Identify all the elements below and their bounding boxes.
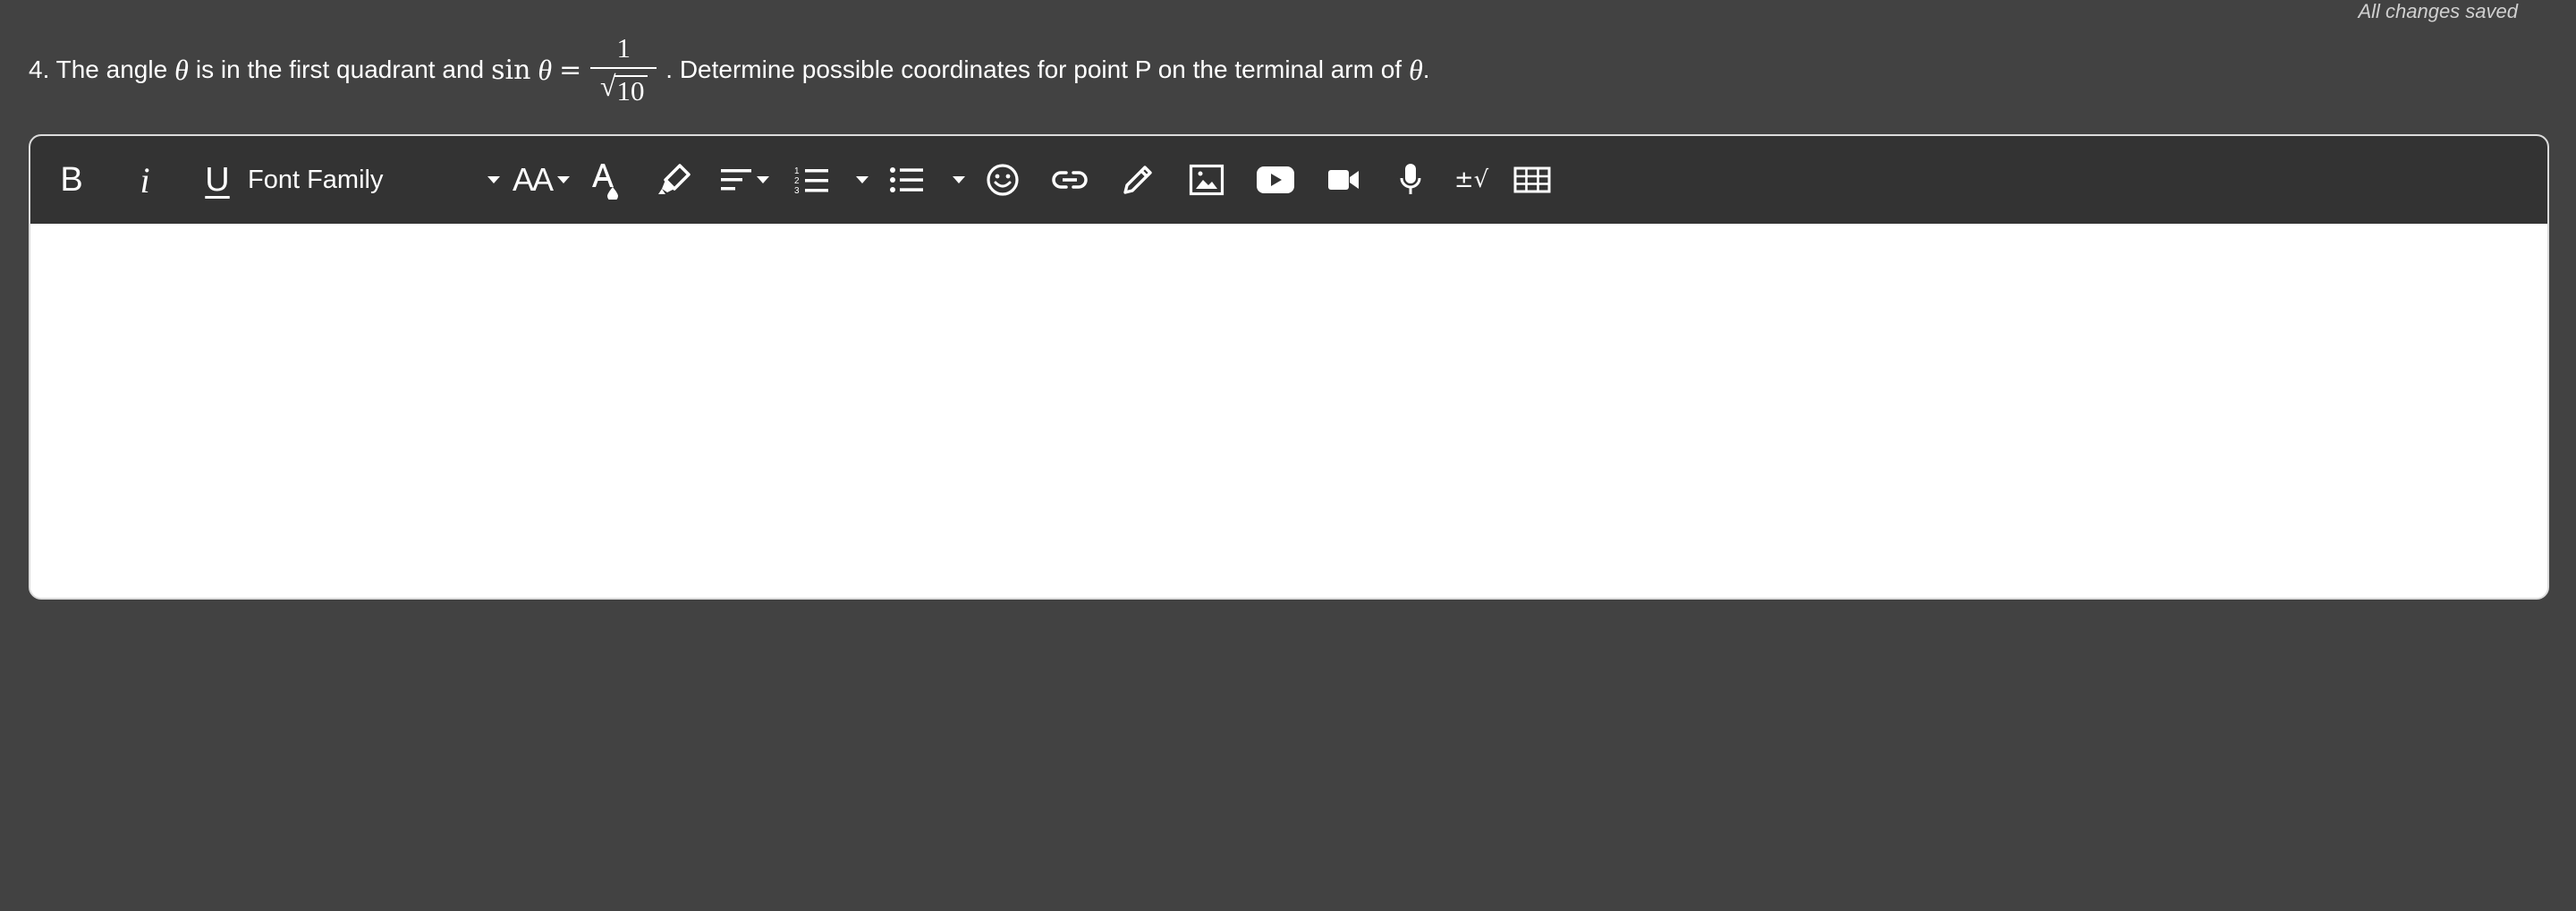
font-family-label: Font Family bbox=[248, 165, 384, 194]
align-caret-icon bbox=[757, 176, 769, 183]
underline-button[interactable]: U bbox=[197, 136, 238, 224]
theta-symbol: θ bbox=[174, 53, 189, 86]
question-text: 4. The angle θ is in the first quadrant … bbox=[29, 27, 1430, 113]
highlight-icon bbox=[658, 164, 691, 194]
svg-text:3: 3 bbox=[794, 186, 800, 195]
fraction-denominator: √ 10 bbox=[600, 69, 648, 106]
numbered-list-icon: 1 2 3 bbox=[794, 166, 828, 195]
editor-toolbar: B i U Font Family AA 1 2 3 ±√ bbox=[30, 136, 2547, 224]
table-icon bbox=[1513, 166, 1551, 193]
bold-button[interactable]: B bbox=[52, 136, 91, 224]
emoji-button[interactable] bbox=[984, 136, 1021, 224]
editor-content-area[interactable] bbox=[30, 224, 2547, 598]
fraction: 1 √ 10 bbox=[590, 31, 657, 106]
link-button[interactable] bbox=[1050, 136, 1089, 224]
numbered-list-button[interactable]: 1 2 3 bbox=[792, 136, 832, 224]
save-status: All changes saved bbox=[2358, 0, 2518, 22]
sqrt-radicand: 10 bbox=[614, 74, 648, 106]
font-family-caret-icon[interactable] bbox=[483, 136, 504, 224]
font-size-button[interactable]: AA bbox=[510, 136, 572, 224]
draw-button[interactable] bbox=[1118, 136, 1157, 224]
image-button[interactable] bbox=[1188, 136, 1225, 224]
video-icon bbox=[1328, 170, 1359, 190]
link-icon bbox=[1052, 171, 1088, 189]
font-family-dropdown[interactable]: Font Family bbox=[248, 136, 383, 224]
youtube-button[interactable] bbox=[1256, 136, 1295, 224]
microphone-icon bbox=[1400, 164, 1421, 194]
microphone-button[interactable] bbox=[1395, 136, 1426, 224]
fraction-numerator: 1 bbox=[616, 31, 631, 64]
rich-text-editor: B i U Font Family AA 1 2 3 ±√ bbox=[29, 134, 2549, 600]
highlight-button[interactable] bbox=[655, 136, 694, 224]
sin-function: sin bbox=[491, 54, 531, 86]
video-button[interactable] bbox=[1326, 136, 1361, 224]
theta-symbol-3: θ bbox=[1409, 53, 1423, 86]
draw-icon bbox=[1123, 166, 1152, 194]
italic-button[interactable]: i bbox=[127, 136, 163, 224]
svg-text:1: 1 bbox=[794, 166, 800, 176]
font-size-caret-icon bbox=[557, 176, 571, 183]
text-color-button[interactable] bbox=[587, 136, 623, 224]
theta-symbol-2: θ bbox=[538, 53, 553, 86]
numbered-list-caret-icon[interactable] bbox=[852, 136, 873, 224]
underline-icon: U bbox=[205, 160, 230, 199]
question-middle: is in the first quadrant and bbox=[195, 55, 485, 83]
question-suffix: . Determine possible coordinates for poi… bbox=[665, 55, 1402, 83]
youtube-icon bbox=[1257, 166, 1294, 193]
align-icon bbox=[721, 169, 751, 191]
math-icon: ±√ bbox=[1453, 166, 1489, 193]
bulleted-list-icon bbox=[890, 167, 923, 192]
table-button[interactable] bbox=[1512, 136, 1553, 224]
equals-sign: = bbox=[559, 54, 582, 86]
bulleted-list-caret-icon[interactable] bbox=[948, 136, 970, 224]
bulleted-list-button[interactable] bbox=[887, 136, 927, 224]
svg-text:2: 2 bbox=[794, 176, 800, 186]
emoji-icon bbox=[987, 164, 1019, 196]
align-button[interactable] bbox=[714, 136, 775, 224]
font-size-icon: AA bbox=[512, 161, 554, 198]
text-color-icon bbox=[592, 164, 618, 200]
bold-icon: B bbox=[60, 160, 83, 199]
math-button[interactable]: ±√ bbox=[1453, 136, 1490, 224]
italic-icon: i bbox=[140, 159, 150, 200]
question-end: . bbox=[1422, 55, 1430, 83]
image-icon bbox=[1189, 164, 1224, 196]
question-prefix: 4. The angle bbox=[29, 55, 168, 83]
